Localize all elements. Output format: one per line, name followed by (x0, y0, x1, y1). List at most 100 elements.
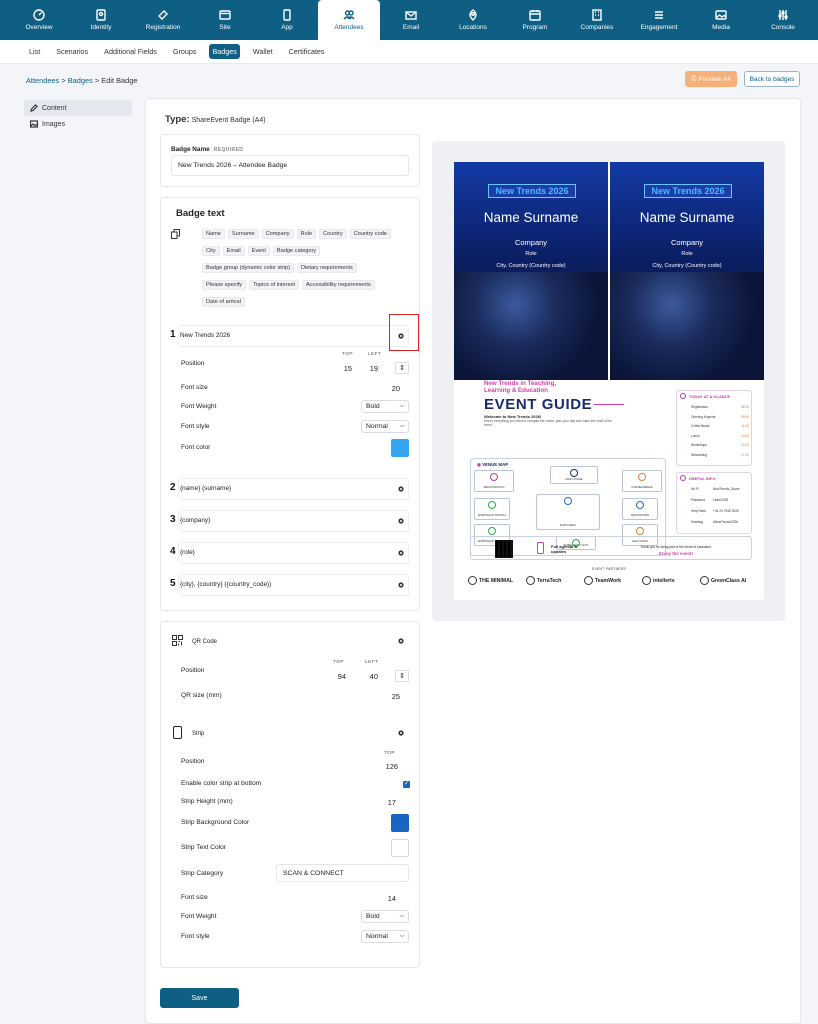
strip-text-color-label: Strip Text Color (181, 844, 226, 851)
line-3-settings-button[interactable] (394, 514, 408, 528)
qr-size-value[interactable]: 25 (384, 692, 400, 701)
nav-locations[interactable]: Locations (442, 0, 504, 40)
badge-name-input[interactable]: New Trends 2026 – Attendee Badge (171, 155, 409, 176)
line-item-1-field[interactable] (178, 325, 409, 347)
nav-overview[interactable]: Overview (8, 0, 70, 40)
line-item-4-field[interactable] (178, 542, 409, 564)
qr-code-icon (172, 635, 183, 646)
back-to-badges-button[interactable]: Back to badges (744, 71, 800, 87)
chevron-down-icon: ⌵ (399, 913, 404, 919)
sidebar-item-images[interactable]: Images (24, 116, 132, 132)
preview-a4-button[interactable]: ⎙ Preview A4 (685, 71, 737, 87)
guide-title: EVENT GUIDE (484, 396, 593, 413)
subtab-certificates[interactable]: Certificates (286, 44, 328, 59)
placeholder-chip[interactable]: Company (261, 229, 294, 239)
strip-font-style-select[interactable]: Normal ⌵ (361, 930, 409, 943)
nav-identity[interactable]: Identity (70, 0, 132, 40)
line1-font-style-select[interactable]: Normal ⌵ (361, 420, 409, 433)
line-2-settings-button[interactable] (394, 482, 408, 496)
qr-settings-button[interactable] (394, 634, 408, 648)
strip-enable-label: Enable color strip at bottom (181, 780, 262, 787)
strip-font-weight-select[interactable]: Bold ⌵ (361, 910, 409, 923)
line1-top-value[interactable]: 15 (340, 364, 352, 373)
placeholder-chip[interactable]: Email (222, 246, 245, 256)
strip-settings-button[interactable] (394, 726, 408, 740)
useful-info: USEFUL INFO Wi-Fi NewTrends_Guest Password… (676, 472, 752, 534)
placeholder-chip[interactable]: Event (247, 246, 270, 256)
logo-icon (526, 576, 535, 585)
placeholder-chip[interactable]: Please specify (202, 280, 247, 290)
subtab-wallet[interactable]: Wallet (250, 44, 276, 59)
room-icon (636, 527, 644, 535)
strip-height-value[interactable]: 17 (384, 798, 396, 807)
line1-font-color-label: Font color (181, 444, 211, 451)
thanks-text: Thank you for being part of the future o… (640, 545, 712, 549)
nav-media[interactable]: Media (690, 0, 752, 40)
nav-attendees[interactable]: Attendees (318, 0, 380, 40)
line1-left-value[interactable]: 19 (366, 364, 378, 373)
nav-registration[interactable]: Registration (132, 0, 194, 40)
placeholder-chip[interactable]: Name (202, 229, 225, 239)
placeholder-chip[interactable]: Badge group (dynamic color strip) (202, 263, 294, 273)
breadcrumb-attendees[interactable]: Attendees (26, 76, 59, 85)
badge-text-title: Badge text (176, 208, 225, 219)
line1-font-size-value[interactable]: 20 (384, 384, 400, 393)
placeholder-chip[interactable]: Country code (349, 229, 391, 239)
line1-font-color-swatch[interactable] (391, 439, 409, 457)
line-item-2-field[interactable] (178, 478, 409, 500)
line-item-5-field[interactable] (178, 574, 409, 596)
line-4-settings-button[interactable] (394, 546, 408, 560)
strip-height-label: Strip Height (mm) (181, 798, 233, 805)
placeholder-chip[interactable]: Accessibility requirements (302, 280, 375, 290)
partner-logo: GreenClass AI (700, 576, 746, 585)
placeholder-chip[interactable]: Country (319, 229, 347, 239)
copy-icon[interactable] (171, 229, 180, 239)
nav-console[interactable]: Console (752, 0, 814, 40)
save-button[interactable]: Save (160, 988, 239, 1008)
strip-top-value[interactable]: 126 (380, 762, 398, 771)
strip-category-input[interactable]: SCAN & CONNECT (276, 864, 409, 882)
qr-top-value[interactable]: 94 (332, 672, 346, 681)
placeholder-chip[interactable]: Role (296, 229, 317, 239)
line1-font-weight-select[interactable]: Bold ⌵ (361, 400, 409, 413)
line1-position-picker[interactable]: ⇕ (395, 362, 409, 374)
image-icon (30, 120, 38, 128)
subtab-list[interactable]: List (26, 44, 43, 59)
nav-app[interactable]: App (256, 0, 318, 40)
subtab-additional-fields[interactable]: Additional Fields (101, 44, 160, 59)
subtab-groups[interactable]: Groups (170, 44, 200, 59)
nav-site[interactable]: Site (194, 0, 256, 40)
strip-bg-color-swatch[interactable] (391, 814, 409, 832)
nav-program[interactable]: Program (504, 0, 566, 40)
placeholder-chip[interactable]: Dietary requirements (296, 263, 357, 273)
nav-email[interactable]: Email (380, 0, 442, 40)
subtab-badges[interactable]: Badges (209, 44, 240, 59)
useful-row: Wi-Fi NewTrends_Guest (691, 487, 740, 491)
partner-logo: intellerts (642, 576, 675, 585)
qr-code-title: QR Code (192, 639, 218, 645)
subtab-scenarios[interactable]: Scenarios (53, 44, 91, 59)
placeholder-chip[interactable]: Date of arrival (202, 297, 245, 307)
strip-font-size-value[interactable]: 14 (384, 894, 396, 903)
chevron-down-icon: ⌵ (399, 933, 404, 939)
phone-icon (283, 9, 291, 21)
badge-name-text: Name Surname (483, 210, 579, 225)
sidebar-item-content[interactable]: Content (24, 100, 132, 116)
line-item-3-field[interactable] (178, 510, 409, 532)
partner-logo: TeamWork (584, 576, 621, 585)
nav-companies[interactable]: Companies (566, 0, 628, 40)
line-5-settings-button[interactable] (394, 578, 408, 592)
breadcrumb-badges[interactable]: Badges (68, 76, 93, 85)
map-room: EXPO AREA (536, 494, 600, 530)
users-icon (343, 10, 355, 20)
qr-position-picker[interactable]: ⇕ (395, 670, 409, 682)
placeholder-chip[interactable]: Surname (227, 229, 259, 239)
strip-text-color-swatch[interactable] (391, 839, 409, 857)
placeholder-chip[interactable]: City (202, 246, 220, 256)
placeholder-chip[interactable]: Topics of interest (249, 280, 300, 290)
qr-left-value[interactable]: 40 (364, 672, 378, 681)
strip-enable-checkbox[interactable]: ✓ (403, 781, 410, 788)
placeholder-chip[interactable]: Badge category (272, 246, 321, 256)
nav-engagement[interactable]: Engagement (628, 0, 690, 40)
printer-icon: ⎙ (691, 75, 697, 82)
